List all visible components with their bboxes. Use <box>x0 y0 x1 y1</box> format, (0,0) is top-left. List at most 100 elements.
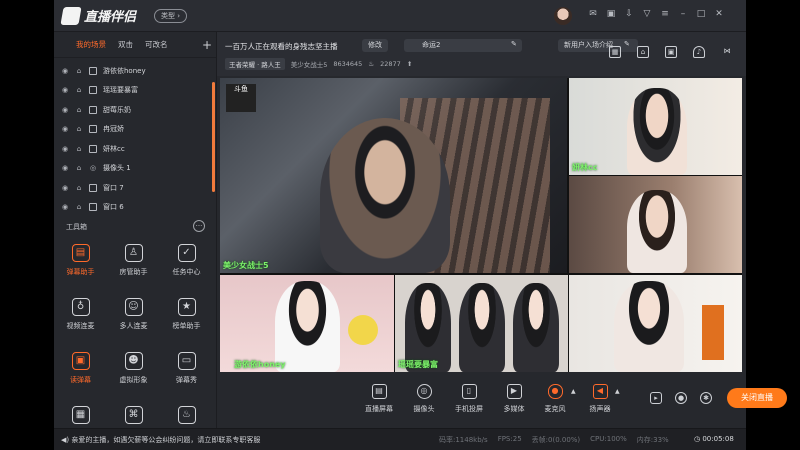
mic-dropdown-icon[interactable]: ▲ <box>571 388 576 395</box>
lock-icon[interactable]: ⌂ <box>75 106 83 114</box>
screen-share-icon[interactable]: ▣ <box>606 9 616 19</box>
layout-icon[interactable]: ▦ <box>609 46 621 58</box>
lock-icon[interactable]: ⌂ <box>75 67 83 75</box>
tool-video-link[interactable]: ♁ 视频连麦 <box>54 298 107 342</box>
toolbox-grid: ▤ 弹幕助手 ♙ 房管助手 ✓ 任务中心 ♁ 视频连麦 ☺ 多人连麦 ★ 榜单助… <box>54 244 214 450</box>
scene-item[interactable]: ◉ ⌂ 瑶瑶要暴富 <box>54 81 216 101</box>
tool-multi-link[interactable]: ☺ 多人连麦 <box>107 298 160 342</box>
tab-rename[interactable]: 可改名 <box>145 39 168 50</box>
scene-label: 游依依honey <box>103 66 146 75</box>
scene-label: 瑶瑶要暴富 <box>103 86 138 95</box>
eye-icon[interactable]: ◉ <box>61 184 69 192</box>
unlock-icon[interactable]: ⌂ <box>637 46 649 58</box>
eye-icon[interactable]: ◉ <box>61 125 69 133</box>
speaker-dropdown-icon[interactable]: ▲ <box>615 388 620 395</box>
type-button[interactable]: 类型 › <box>154 9 188 23</box>
close-live-button[interactable]: 关闭直播 <box>727 388 787 408</box>
tab-double-click[interactable]: 双击 <box>118 39 133 50</box>
tool-label: 弹幕助手 <box>66 268 95 276</box>
eye-icon[interactable]: ◉ <box>61 86 69 94</box>
bell-icon[interactable]: ♪ <box>693 46 705 58</box>
tile-label: 游依依honey <box>234 360 286 369</box>
tool-task-center[interactable]: ✓ 任务中心 <box>160 244 213 288</box>
mail-icon[interactable]: ✉ <box>588 9 598 19</box>
tool-ranking[interactable]: ★ 榜单助手 <box>160 298 213 342</box>
eye-icon[interactable]: ◉ <box>61 203 69 211</box>
eye-icon[interactable]: ◉ <box>61 106 69 114</box>
window-icon <box>89 86 97 95</box>
more-icon[interactable]: ··· <box>193 220 205 232</box>
control-label: 手机投屏 <box>455 405 483 413</box>
tool-read-danmaku[interactable]: ▣ 读弹幕 <box>54 352 107 396</box>
eye-icon[interactable]: ◉ <box>61 145 69 153</box>
scene-item[interactable]: ◉ ⌂ 窗口 7 <box>54 178 216 198</box>
window-icon <box>89 183 97 192</box>
edit-title-button[interactable]: 修改 <box>362 39 388 52</box>
logo-icon <box>60 6 82 25</box>
scene-item[interactable]: ◉ ⌂ 妍林cc <box>54 139 216 159</box>
danmaku-icon: ▤ <box>71 244 90 262</box>
phone-cast-button[interactable]: ▯ 手机投屏 <box>449 384 489 414</box>
popularity: 22877 <box>380 60 401 68</box>
screen-button[interactable]: ▤ 直播屏幕 <box>359 384 399 414</box>
lock-icon[interactable]: ⌂ <box>75 203 83 211</box>
scene-label: 摄像头 1 <box>103 164 131 173</box>
window-icon[interactable]: ▣ <box>665 46 677 58</box>
intro-label: 新用户入场介绍 <box>564 41 613 49</box>
scene-item[interactable]: ◉ ⌂ ◎ 摄像头 1 <box>54 159 216 179</box>
record-icon[interactable]: ▸ <box>650 392 662 404</box>
streamer-figure <box>513 283 559 372</box>
window-icon <box>89 125 97 134</box>
maximize-icon[interactable]: □ <box>696 9 706 19</box>
tool-admin-assistant[interactable]: ♙ 房管助手 <box>107 244 160 288</box>
category-label: 命运2 <box>422 41 441 49</box>
fire-icon: ♨ <box>368 60 375 68</box>
preview-tile-4: 瑶瑶要暴富 <box>395 275 568 372</box>
toolbox-title: 工具箱 <box>66 223 87 231</box>
menu-icon[interactable]: ≡ <box>660 9 670 19</box>
user-avatar[interactable] <box>554 7 572 25</box>
download-icon[interactable]: ⇩ <box>624 9 634 19</box>
speaker-button[interactable]: ◀ 扬声器 <box>580 384 620 414</box>
arrow-up-icon: ⬆ <box>406 60 413 68</box>
minimize-icon[interactable]: – <box>678 9 688 19</box>
eye-icon[interactable]: ◉ <box>61 164 69 172</box>
scene-item[interactable]: ◉ ⌂ 甜莓乐奶 <box>54 100 216 120</box>
preview-tile-main: 斗鱼 美少女战士5 <box>220 78 567 273</box>
scene-item[interactable]: ◉ ⌂ 游依依honey <box>54 61 216 81</box>
room-id: 8634645 <box>333 60 363 68</box>
pen-icon[interactable]: ✎ <box>511 40 517 48</box>
scene-scrollbar[interactable] <box>212 82 215 192</box>
lamp-shape <box>702 305 724 360</box>
scene-item[interactable]: ◉ ⌂ 窗口 6 <box>54 198 216 218</box>
lock-icon[interactable]: ⌂ <box>75 86 83 94</box>
media-button[interactable]: ▶ 多媒体 <box>494 384 534 414</box>
share-icon[interactable]: ⋈ <box>721 46 733 58</box>
lock-icon[interactable]: ⌂ <box>75 145 83 153</box>
tool-virtual-avatar[interactable]: ☻ 虚拟形象 <box>107 352 160 396</box>
category-selector[interactable]: 命运2 <box>404 39 522 52</box>
camera-button[interactable]: ◎ 摄像头 <box>404 384 444 414</box>
tool-danmaku-assistant[interactable]: ▤ 弹幕助手 <box>54 244 107 288</box>
video-link-icon: ♁ <box>71 298 90 316</box>
filter-icon[interactable]: ▽ <box>642 9 652 19</box>
tool-11-icon: ⌘ <box>124 406 143 424</box>
lock-icon[interactable]: ⌂ <box>75 164 83 172</box>
eye-icon[interactable]: ◉ <box>61 67 69 75</box>
close-icon[interactable]: ✕ <box>714 9 724 19</box>
add-scene-button[interactable]: + <box>202 38 212 52</box>
rank-tag: 王者荣耀 · 路人王 <box>225 58 285 70</box>
lock-icon[interactable]: ⌂ <box>75 125 83 133</box>
tab-my-scenes[interactable]: 我的场景 <box>76 39 106 50</box>
lock-icon[interactable]: ⌂ <box>75 184 83 192</box>
tool-danmaku-show[interactable]: ▭ 弹幕秀 <box>160 352 213 396</box>
tool-label: 虚拟形象 <box>119 376 148 384</box>
scene-item[interactable]: ◉ ⌂ 冉冠娇 <box>54 120 216 140</box>
live-preview[interactable]: 斗鱼 美少女战士5 妍林cc 游依依honey 瑶瑶要暴富 <box>220 78 742 372</box>
tile-label: 妍林cc <box>572 163 598 172</box>
settings-icon[interactable]: ✱ <box>700 392 712 404</box>
eye-icon[interactable]: ● <box>675 392 687 404</box>
camera-icon: ◎ <box>416 384 432 399</box>
microphone-button[interactable]: ● 麦克风 <box>535 384 575 414</box>
timer-text: 00:05:08 <box>702 435 734 443</box>
